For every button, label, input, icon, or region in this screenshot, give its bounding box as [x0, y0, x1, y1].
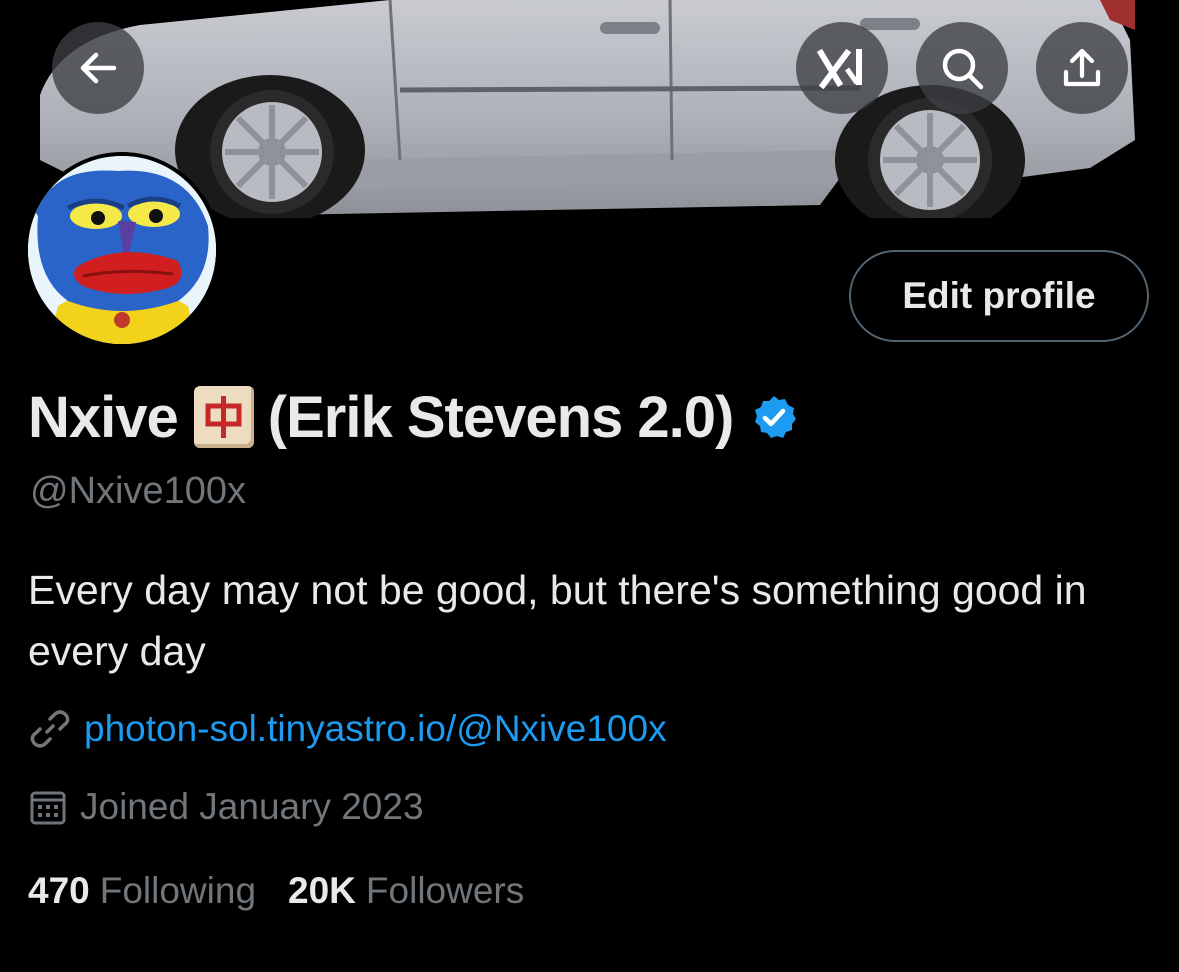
profile-bio: Every day may not be good, but there's s… — [28, 567, 1087, 674]
edit-profile-button[interactable]: Edit profile — [849, 250, 1149, 342]
followers-count: 20K — [288, 870, 356, 911]
search-icon — [942, 48, 984, 90]
followers-stat[interactable]: 20K Followers — [288, 870, 524, 912]
following-label: Following — [99, 870, 257, 911]
share-button[interactable] — [1036, 22, 1128, 114]
mahjong-emoji-icon — [193, 386, 254, 448]
avatar-image — [28, 156, 216, 344]
link-icon — [30, 710, 70, 748]
avatar[interactable] — [24, 152, 220, 348]
back-button[interactable] — [52, 22, 144, 114]
profile-joined-row: Joined January 2023 — [30, 786, 424, 828]
share-icon — [1063, 48, 1101, 87]
display-name: Nxive — [28, 384, 179, 450]
search-button[interactable] — [916, 22, 1008, 114]
profile-link-row: photon-sol.tinyastro.io/@Nxive100x — [30, 708, 667, 750]
grok-icon — [817, 48, 862, 90]
profile-website-link[interactable]: photon-sol.tinyastro.io/@Nxive100x — [84, 708, 667, 750]
following-count: 470 — [28, 870, 90, 911]
grok-button[interactable] — [796, 22, 888, 114]
display-name-suffix: (Erik Stevens 2.0) — [267, 384, 735, 450]
joined-date: Joined January 2023 — [80, 786, 424, 827]
verified-badge-icon[interactable] — [751, 394, 797, 440]
profile-name-row: Nxive (Erik Stevens 2.0) — [28, 382, 797, 452]
arrow-left-icon — [80, 52, 117, 84]
profile-stats: 470 Following 20K Followers — [28, 870, 524, 912]
profile-handle: @Nxive100x — [30, 470, 246, 512]
calendar-icon — [30, 791, 66, 825]
following-stat[interactable]: 470 Following — [28, 870, 256, 912]
followers-label: Followers — [365, 870, 525, 911]
